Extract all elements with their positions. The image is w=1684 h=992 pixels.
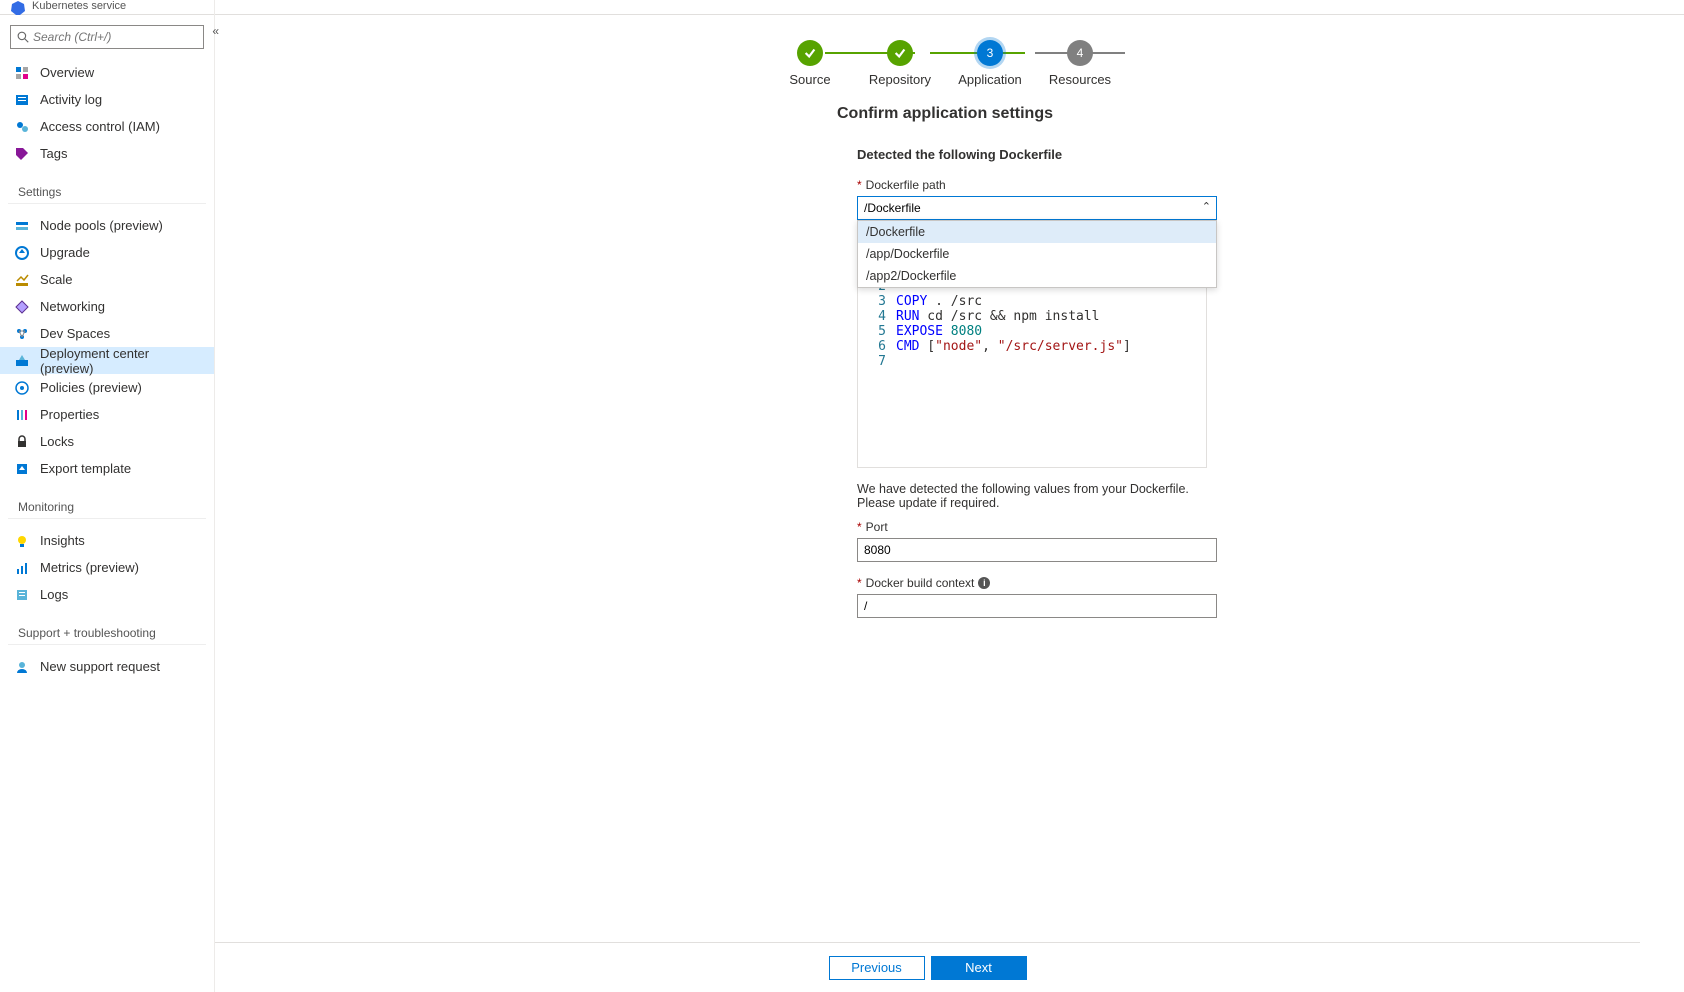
nav-deployment-center[interactable]: Deployment center (preview): [0, 347, 214, 374]
combo-option[interactable]: /Dockerfile: [858, 221, 1216, 243]
search-icon: [17, 31, 29, 43]
nav-label: New support request: [40, 659, 160, 674]
devspaces-icon: [14, 326, 30, 342]
insights-icon: [14, 533, 30, 549]
nav-metrics[interactable]: Metrics (preview): [0, 554, 214, 581]
nav-logs[interactable]: Logs: [0, 581, 214, 608]
nav-label: Logs: [40, 587, 68, 602]
activitylog-icon: [14, 92, 30, 108]
nav-label: Access control (IAM): [40, 119, 160, 134]
nav-upgrade[interactable]: Upgrade: [0, 239, 214, 266]
nav-label: Scale: [40, 272, 73, 287]
step-complete-icon: [797, 40, 823, 66]
nav-label: Activity log: [40, 92, 102, 107]
nav-locks[interactable]: Locks: [0, 428, 214, 455]
nav-new-support[interactable]: New support request: [0, 653, 214, 680]
chevron-up-icon[interactable]: ⌃: [1202, 200, 1211, 213]
nav-tags[interactable]: Tags: [0, 140, 214, 167]
nav-label: Overview: [40, 65, 94, 80]
policies-icon: [14, 380, 30, 396]
build-context-label: *Docker build context i: [857, 576, 1217, 590]
step-resources[interactable]: 4 Resources: [1035, 40, 1125, 87]
nav-label: Deployment center (preview): [40, 346, 204, 376]
nav-overview[interactable]: Overview: [0, 59, 214, 86]
info-icon[interactable]: i: [978, 577, 990, 589]
scale-icon: [14, 272, 30, 288]
step-complete-icon: [887, 40, 913, 66]
values-hint: We have detected the following values fr…: [857, 482, 1207, 510]
nav-label: Dev Spaces: [40, 326, 110, 341]
dockerfile-path-input[interactable]: [857, 196, 1217, 220]
step-pending-icon: 4: [1067, 40, 1093, 66]
metrics-icon: [14, 560, 30, 576]
nodepools-icon: [14, 218, 30, 234]
nav-label: Insights: [40, 533, 85, 548]
step-repository[interactable]: Repository: [855, 40, 945, 87]
section-support: Support + troubleshooting: [8, 616, 206, 645]
step-label: Application: [945, 72, 1035, 87]
nav-activitylog[interactable]: Activity log: [0, 86, 214, 113]
upgrade-icon: [14, 245, 30, 261]
section-settings: Settings: [8, 175, 206, 204]
wizard-steps: Source Repository 3 Application 4 Resour…: [765, 40, 1125, 87]
nav-label: Networking: [40, 299, 105, 314]
overview-icon: [14, 65, 30, 81]
nav-label: Policies (preview): [40, 380, 142, 395]
build-context-input[interactable]: [857, 594, 1217, 618]
dockerfile-path-label: *Dockerfile path: [857, 178, 1217, 192]
nav-label: Tags: [40, 146, 67, 161]
networking-icon: [14, 299, 30, 315]
next-button[interactable]: Next: [931, 956, 1027, 980]
logs-icon: [14, 587, 30, 603]
tags-icon: [14, 146, 30, 162]
support-icon: [14, 659, 30, 675]
step-label: Resources: [1035, 72, 1125, 87]
wizard-footer: Previous Next: [215, 942, 1640, 992]
nav-label: Upgrade: [40, 245, 90, 260]
step-label: Source: [765, 72, 855, 87]
detected-heading: Detected the following Dockerfile: [857, 147, 1217, 162]
locks-icon: [14, 434, 30, 450]
properties-icon: [14, 407, 30, 423]
nav-nodepools[interactable]: Node pools (preview): [0, 212, 214, 239]
previous-button[interactable]: Previous: [829, 956, 925, 980]
nav-policies[interactable]: Policies (preview): [0, 374, 214, 401]
nav-properties[interactable]: Properties: [0, 401, 214, 428]
section-monitoring: Monitoring: [8, 490, 206, 519]
iam-icon: [14, 119, 30, 135]
page-title: Confirm application settings: [215, 105, 1675, 123]
nav-search-input[interactable]: [33, 30, 197, 44]
left-nav: « Overview Activity log Access control (…: [0, 0, 215, 992]
export-icon: [14, 461, 30, 477]
nav-label: Properties: [40, 407, 99, 422]
port-label: *Port: [857, 520, 1217, 534]
nav-label: Metrics (preview): [40, 560, 139, 575]
dockerfile-path-dropdown: /Dockerfile /app/Dockerfile /app2/Docker…: [857, 220, 1217, 288]
nav-insights[interactable]: Insights: [0, 527, 214, 554]
deployment-icon: [14, 353, 30, 369]
dockerfile-preview: 2 3COPY . /src 4RUN cd /src && npm insta…: [857, 278, 1207, 468]
nav-label: Node pools (preview): [40, 218, 163, 233]
main-content: Source Repository 3 Application 4 Resour…: [215, 0, 1684, 992]
port-input[interactable]: [857, 538, 1217, 562]
nav-scale[interactable]: Scale: [0, 266, 214, 293]
step-active-icon: 3: [977, 40, 1003, 66]
nav-label: Locks: [40, 434, 74, 449]
nav-label: Export template: [40, 461, 131, 476]
nav-export[interactable]: Export template: [0, 455, 214, 482]
nav-devspaces[interactable]: Dev Spaces: [0, 320, 214, 347]
step-source[interactable]: Source: [765, 40, 855, 87]
step-application[interactable]: 3 Application: [945, 40, 1035, 87]
nav-networking[interactable]: Networking: [0, 293, 214, 320]
step-label: Repository: [855, 72, 945, 87]
nav-search[interactable]: [10, 25, 204, 49]
dockerfile-path-combo[interactable]: ⌃ /Dockerfile /app/Dockerfile /app2/Dock…: [857, 196, 1217, 220]
combo-option[interactable]: /app/Dockerfile: [858, 243, 1216, 265]
nav-iam[interactable]: Access control (IAM): [0, 113, 214, 140]
combo-option[interactable]: /app2/Dockerfile: [858, 265, 1216, 287]
